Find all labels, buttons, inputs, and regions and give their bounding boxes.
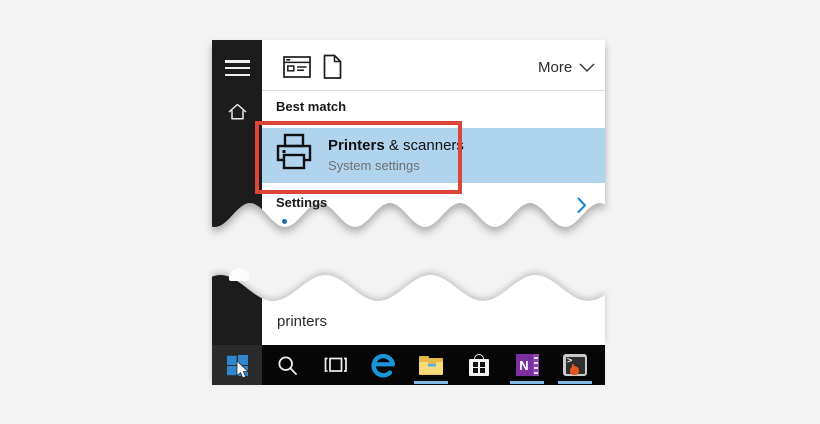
hamburger-menu-icon[interactable] xyxy=(225,60,250,81)
search-input[interactable]: printers xyxy=(277,313,327,330)
annotation-highlight-box xyxy=(255,121,462,194)
taskbar-terminal-icon[interactable]: > xyxy=(551,345,599,385)
home-icon[interactable] xyxy=(228,103,247,126)
torn-user-avatar-icon xyxy=(229,268,249,281)
search-area-background xyxy=(262,275,605,345)
settings-expand-chevron-icon[interactable] xyxy=(577,197,588,219)
search-box-taskbar-panel: printers N > xyxy=(212,250,605,424)
filter-bar-divider xyxy=(262,90,605,91)
taskbar-onenote-icon[interactable]: N xyxy=(503,345,551,385)
torn-gear-icon xyxy=(282,219,287,224)
settings-heading: Settings xyxy=(276,195,328,210)
best-match-heading: Best match xyxy=(276,99,347,114)
taskbar-store-icon[interactable] xyxy=(455,345,503,385)
torn-panel-shape xyxy=(212,275,605,385)
taskbar-search-icon[interactable] xyxy=(263,345,311,385)
more-label: More xyxy=(538,59,573,76)
taskbar-file-explorer-icon[interactable] xyxy=(407,345,455,385)
taskbar-edge-icon[interactable] xyxy=(359,345,407,385)
mouse-cursor-icon xyxy=(236,360,251,385)
more-dropdown[interactable]: More xyxy=(538,59,595,76)
taskbar-task-view-icon[interactable] xyxy=(311,345,359,385)
apps-filter-icon[interactable] xyxy=(283,56,312,84)
chevron-down-icon xyxy=(579,62,595,72)
taskbar: N > xyxy=(262,345,605,385)
documents-filter-icon[interactable] xyxy=(323,54,343,85)
